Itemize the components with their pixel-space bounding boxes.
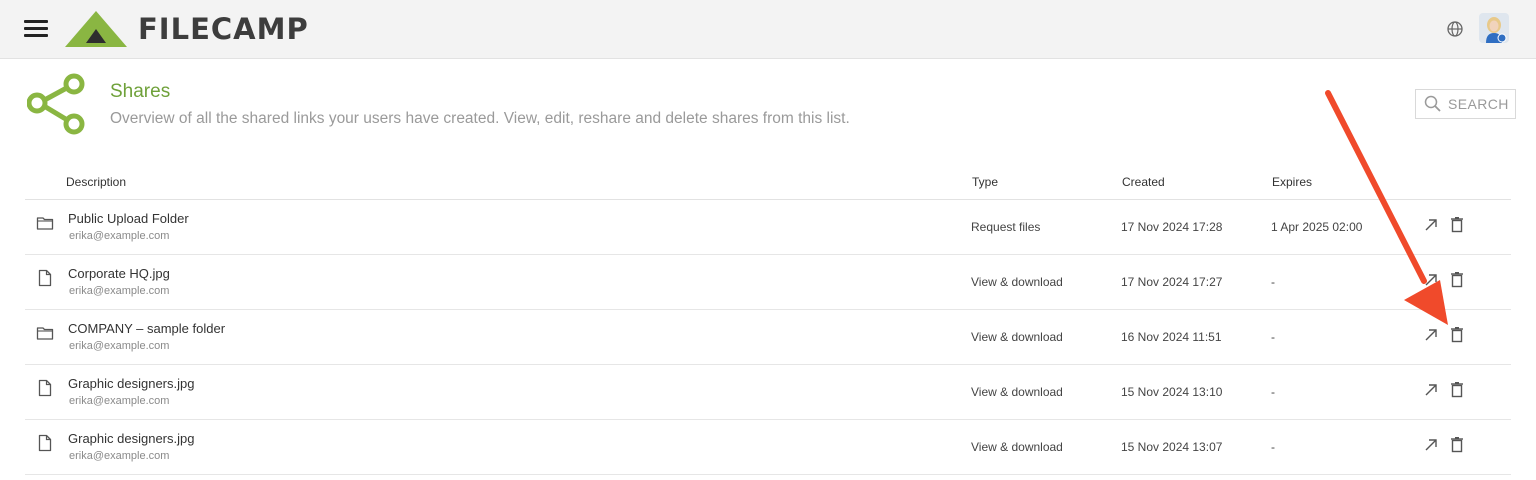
open-share-icon[interactable] [1423, 327, 1439, 343]
delete-icon[interactable] [1450, 326, 1464, 343]
share-owner-email: erika@example.com [69, 450, 170, 462]
share-expires: - [1271, 440, 1275, 454]
search-button[interactable]: SEARCH [1415, 89, 1516, 119]
share-name[interactable]: Graphic designers.jpg [68, 376, 194, 391]
share-name[interactable]: Graphic designers.jpg [68, 431, 194, 446]
share-created: 15 Nov 2024 13:07 [1121, 440, 1223, 454]
file-icon [36, 434, 54, 452]
filecamp-logo[interactable]: FILECAMP [64, 9, 309, 49]
share-type: Request files [971, 220, 1041, 234]
share-owner-email: erika@example.com [69, 230, 170, 242]
share-expires: - [1271, 385, 1275, 399]
open-share-icon[interactable] [1423, 437, 1439, 453]
share-type: View & download [971, 275, 1063, 289]
share-created: 17 Nov 2024 17:27 [1121, 275, 1223, 289]
file-icon [36, 269, 54, 287]
open-share-icon[interactable] [1423, 217, 1439, 233]
delete-icon[interactable] [1450, 436, 1464, 453]
share-created: 16 Nov 2024 11:51 [1121, 330, 1222, 344]
table-row[interactable]: Graphic designers.jpg erika@example.com … [25, 420, 1511, 475]
delete-icon[interactable] [1450, 271, 1464, 288]
share-type: View & download [971, 440, 1063, 454]
column-created[interactable]: Created [1122, 175, 1165, 189]
share-name[interactable]: Public Upload Folder [68, 211, 189, 226]
folder-icon [36, 324, 54, 342]
share-expires: - [1271, 330, 1275, 344]
logo-mark-icon [65, 11, 127, 47]
share-owner-email: erika@example.com [69, 285, 170, 297]
shares-table: Description Type Created Expires Public … [25, 164, 1511, 475]
share-owner-email: erika@example.com [69, 395, 170, 407]
page-subtitle: Overview of all the shared links your us… [110, 110, 850, 127]
table-row[interactable]: Graphic designers.jpg erika@example.com … [25, 365, 1511, 420]
globe-icon[interactable] [1445, 19, 1465, 39]
share-type: View & download [971, 385, 1063, 399]
open-share-icon[interactable] [1423, 382, 1439, 398]
share-created: 15 Nov 2024 13:10 [1121, 385, 1223, 399]
column-expires[interactable]: Expires [1272, 175, 1312, 189]
top-bar: FILECAMP [0, 0, 1536, 59]
logo-text: FILECAMP [138, 12, 309, 46]
share-name[interactable]: Corporate HQ.jpg [68, 266, 170, 281]
folder-icon [36, 214, 54, 232]
share-name[interactable]: COMPANY – sample folder [68, 321, 225, 336]
column-type[interactable]: Type [972, 175, 998, 189]
delete-icon[interactable] [1450, 216, 1464, 233]
file-icon [36, 379, 54, 397]
table-row[interactable]: COMPANY – sample folder erika@example.co… [25, 310, 1511, 365]
search-label: SEARCH [1448, 96, 1509, 112]
share-expires: - [1271, 275, 1275, 289]
hamburger-icon[interactable] [24, 20, 48, 38]
user-avatar[interactable] [1479, 13, 1509, 43]
open-share-icon[interactable] [1423, 272, 1439, 288]
table-header: Description Type Created Expires [25, 164, 1511, 200]
page-title: Shares [110, 81, 171, 102]
share-created: 17 Nov 2024 17:28 [1121, 220, 1223, 234]
delete-icon[interactable] [1450, 381, 1464, 398]
search-icon [1424, 95, 1441, 112]
share-expires: 1 Apr 2025 02:00 [1271, 220, 1363, 234]
share-owner-email: erika@example.com [69, 340, 170, 352]
table-row[interactable]: Public Upload Folder erika@example.com R… [25, 200, 1511, 255]
column-description[interactable]: Description [66, 175, 126, 189]
share-type: View & download [971, 330, 1063, 344]
share-icon [26, 72, 89, 136]
table-row[interactable]: Corporate HQ.jpg erika@example.com View … [25, 255, 1511, 310]
